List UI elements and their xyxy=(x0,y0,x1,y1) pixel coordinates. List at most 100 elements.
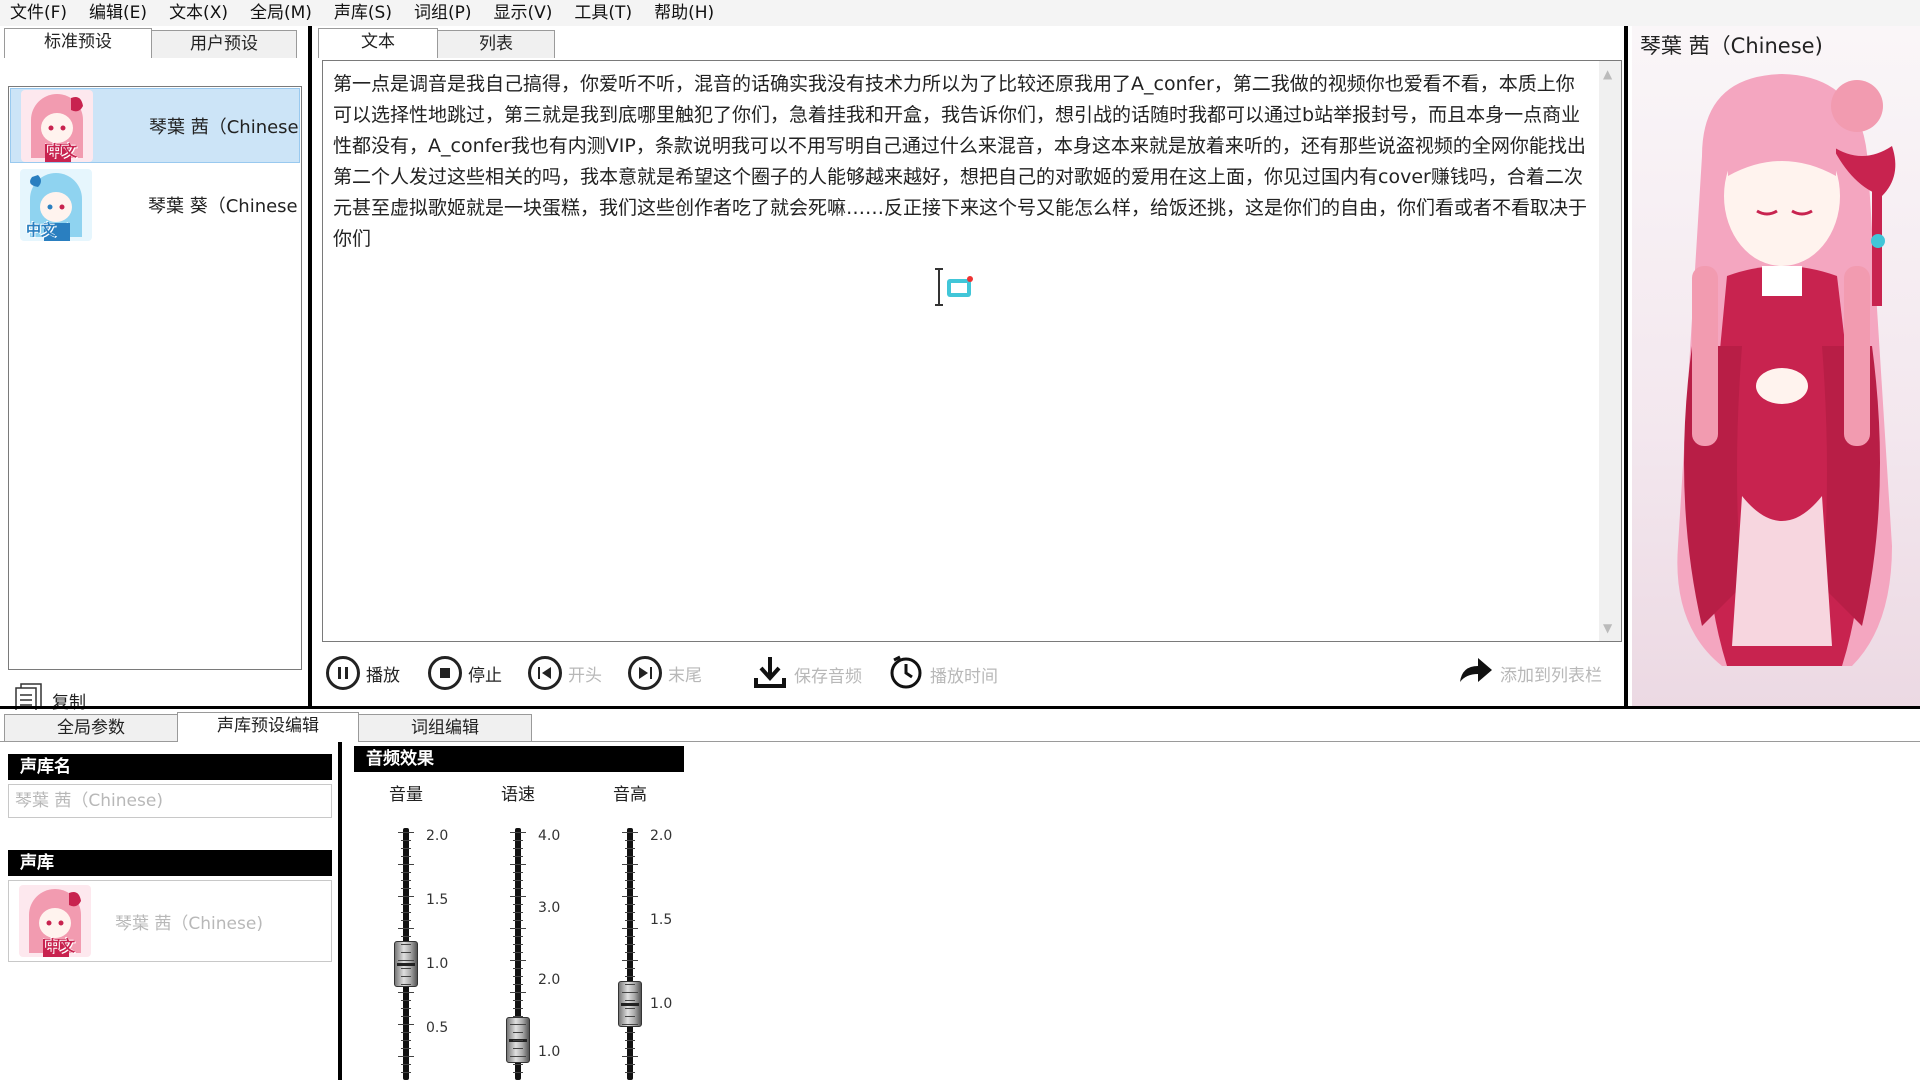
slider-tick-mark xyxy=(625,880,635,881)
jump-end-button[interactable]: 末尾 xyxy=(628,656,702,690)
menu-view[interactable]: 显示(V) xyxy=(483,0,564,26)
slider-tick-mark xyxy=(513,1064,523,1065)
slider-tick-mark xyxy=(401,856,411,857)
slider-tick-mark xyxy=(622,928,638,929)
speed-tick-label: 3.0 xyxy=(538,900,561,916)
slider-tick-mark xyxy=(401,912,411,913)
slider-tick-mark xyxy=(510,960,526,961)
slider-tick-mark xyxy=(622,1024,638,1025)
voicebank-field[interactable]: 中文 琴葉 茜（Chinese) xyxy=(8,880,332,962)
menu-phrase[interactable]: 词组(P) xyxy=(403,0,483,26)
slider-tick-mark xyxy=(510,1056,526,1057)
slider-tick-mark xyxy=(625,1016,635,1017)
play-button[interactable]: 播放 xyxy=(326,656,400,690)
scroll-down-icon[interactable]: ▼ xyxy=(1603,621,1612,635)
play-time-button[interactable]: 播放时间 xyxy=(888,654,998,695)
slider-tick-mark xyxy=(625,904,635,905)
add-to-list-button[interactable]: 添加到列表栏 xyxy=(1458,656,1602,691)
menu-text[interactable]: 文本(X) xyxy=(158,0,239,26)
editor-content[interactable]: 第一点是调音是我自己搞得，你爱听不听，混音的话确实我没有技术力所以为了比较还原我… xyxy=(333,69,1593,255)
slider-tick-mark xyxy=(625,872,635,873)
preset-item-akane[interactable]: 中文 琴葉 茜（Chinese xyxy=(10,88,300,163)
bottom-tabs: 全局参数 声库预设编辑 词组编辑 xyxy=(4,712,532,742)
volume-slider-thumb[interactable] xyxy=(394,941,418,987)
slider-tick-mark xyxy=(401,936,411,937)
slider-tick-mark xyxy=(513,912,523,913)
skip-back-icon xyxy=(528,656,562,690)
preset-item-aoi[interactable]: 中文 琴葉 葵（Chinese xyxy=(10,167,300,242)
tab-global-params[interactable]: 全局参数 xyxy=(4,714,178,742)
slider-tick-mark xyxy=(513,888,523,889)
stop-button[interactable]: 停止 xyxy=(428,656,502,690)
slider-tick-mark xyxy=(625,984,635,985)
slider-tick-mark xyxy=(513,840,523,841)
slider-tick-mark xyxy=(401,1000,411,1001)
slider-tick-mark xyxy=(625,944,635,945)
slider-tick-mark xyxy=(513,1072,523,1073)
slider-tick-mark xyxy=(401,968,411,969)
slider-tick-mark xyxy=(513,1048,523,1049)
slider-tick-mark xyxy=(510,928,526,929)
portrait-title: 琴葉 茜（Chinese) xyxy=(1640,34,1823,58)
save-audio-button[interactable]: 保存音频 xyxy=(752,654,862,695)
pitch-label: 音高 xyxy=(613,785,647,805)
slider-tick-mark xyxy=(625,1000,635,1001)
menu-global[interactable]: 全局(M) xyxy=(239,0,323,26)
slider-tick-mark xyxy=(513,880,523,881)
arrow-right-icon xyxy=(1458,656,1494,691)
volume-tick-label: 1.5 xyxy=(426,892,449,908)
slider-tick-mark xyxy=(398,896,414,897)
slider-tick-mark xyxy=(625,968,635,969)
jump-start-button[interactable]: 开头 xyxy=(528,656,602,690)
slider-tick-mark xyxy=(625,1048,635,1049)
slider-tick-mark xyxy=(401,976,411,977)
tab-voicebank-preset-edit[interactable]: 声库预设编辑 xyxy=(177,712,359,742)
pitch-slider-thumb[interactable] xyxy=(618,981,642,1027)
editor-tabs: 文本 列表 xyxy=(318,28,555,58)
pitch-tick-label: 1.5 xyxy=(650,912,673,928)
slider-tick-mark xyxy=(398,992,414,993)
voicebank-name-field[interactable]: 琴葉 茜（Chinese) xyxy=(8,784,332,818)
pitch-tick-label: 1.0 xyxy=(650,996,673,1012)
menu-voicebank[interactable]: 声库(S) xyxy=(323,0,403,26)
scroll-up-icon[interactable]: ▲ xyxy=(1603,67,1612,81)
slider-tick-mark xyxy=(398,832,414,833)
preset-name-aoi: 琴葉 葵（Chinese xyxy=(148,195,298,217)
tab-standard-presets[interactable]: 标准预设 xyxy=(4,28,152,58)
pitch-slider-track[interactable] xyxy=(627,828,633,1080)
slider-tick-mark xyxy=(513,1032,523,1033)
slider-tick-mark xyxy=(510,992,526,993)
text-editor[interactable]: 第一点是调音是我自己搞得，你爱听不听，混音的话确实我没有技术力所以为了比较还原我… xyxy=(322,60,1622,642)
akane-badge: 中文 xyxy=(47,141,78,160)
slider-tick-mark xyxy=(622,832,638,833)
voicebank-name-header: 声库名 xyxy=(8,754,332,780)
slider-tick-mark xyxy=(513,936,523,937)
slider-tick-mark xyxy=(401,840,411,841)
tab-user-presets[interactable]: 用户预设 xyxy=(151,30,297,58)
menu-tools[interactable]: 工具(T) xyxy=(563,0,643,26)
slider-tick-mark xyxy=(398,864,414,865)
skip-forward-icon xyxy=(628,656,662,690)
menu-edit[interactable]: 编辑(E) xyxy=(78,0,158,26)
voicebank-avatar: 中文 xyxy=(19,885,91,957)
tab-phrase-edit[interactable]: 词组编辑 xyxy=(358,714,532,742)
pause-icon xyxy=(326,656,360,690)
editor-scrollbar[interactable]: ▲ ▼ xyxy=(1599,61,1621,641)
menu-file[interactable]: 文件(F) xyxy=(0,0,78,26)
slider-tick-mark xyxy=(625,1032,635,1033)
slider-tick-mark xyxy=(513,904,523,905)
editor-panel: 文本 列表 第一点是调音是我自己搞得，你爱听不听，混音的话确实我没有技术力所以为… xyxy=(316,26,1628,706)
menu-help[interactable]: 帮助(H) xyxy=(643,0,725,26)
slider-tick-mark xyxy=(513,920,523,921)
slider-tick-mark xyxy=(513,976,523,977)
slider-tick-mark xyxy=(625,840,635,841)
volume-tick-label: 2.0 xyxy=(426,828,449,844)
tab-list[interactable]: 列表 xyxy=(437,30,555,58)
slider-tick-mark xyxy=(513,1040,523,1041)
slider-tick-mark xyxy=(401,944,411,945)
slider-tick-mark xyxy=(513,984,523,985)
slider-tick-mark xyxy=(625,912,635,913)
slider-tick-mark xyxy=(510,1024,526,1025)
tab-text[interactable]: 文本 xyxy=(318,28,438,58)
slider-tick-mark xyxy=(625,1040,635,1041)
